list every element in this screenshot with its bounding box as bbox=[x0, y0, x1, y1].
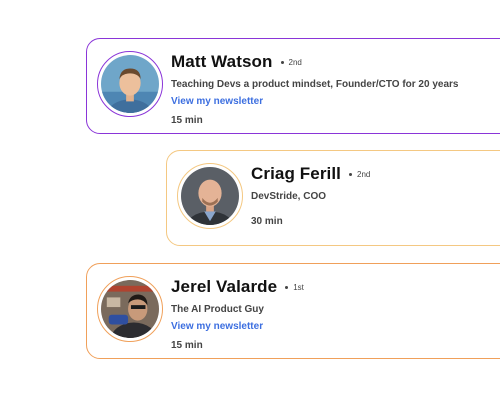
connection-degree: 1st bbox=[285, 283, 304, 292]
connection-degree: 2nd bbox=[280, 57, 302, 67]
name-row: Criag Ferill 2nd bbox=[251, 161, 500, 187]
separator-dot bbox=[285, 285, 289, 289]
avatar[interactable] bbox=[101, 55, 159, 113]
connection-degree: 2nd bbox=[349, 170, 370, 179]
profile-info: Criag Ferill 2nd DevStride, COO 30 min bbox=[251, 161, 500, 227]
avatar-ring bbox=[97, 51, 163, 117]
name-row: Jerel Valarde 1st bbox=[171, 274, 500, 300]
separator-dot bbox=[349, 172, 353, 176]
avatar[interactable] bbox=[181, 167, 239, 225]
avatar[interactable] bbox=[101, 280, 159, 338]
profile-name[interactable]: Criag Ferill bbox=[251, 164, 341, 184]
speaker-list: Matt Watson 2nd Teaching Devs a product … bbox=[0, 0, 500, 400]
profile-card-jerel-valarde[interactable]: Jerel Valarde 1st The AI Product Guy Vie… bbox=[86, 263, 500, 359]
profile-name[interactable]: Jerel Valarde bbox=[171, 277, 277, 297]
profile-headline: The AI Product Guy bbox=[171, 304, 264, 315]
view-newsletter-link[interactable]: View my newsletter bbox=[171, 321, 263, 332]
avatar-ring bbox=[177, 163, 243, 229]
session-duration: 15 min bbox=[171, 115, 203, 126]
degree-label: 2nd bbox=[357, 169, 371, 179]
name-row: Matt Watson 2nd bbox=[171, 49, 500, 75]
profile-card-criag-ferill[interactable]: Criag Ferill 2nd DevStride, COO 30 min bbox=[166, 150, 500, 246]
profile-info: Jerel Valarde 1st The AI Product Guy Vie… bbox=[171, 274, 500, 351]
profile-info: Matt Watson 2nd Teaching Devs a product … bbox=[171, 49, 500, 126]
profile-headline: Teaching Devs a product mindset, Founder… bbox=[171, 79, 459, 90]
degree-label: 1st bbox=[293, 282, 304, 292]
degree-label: 2nd bbox=[288, 57, 302, 67]
profile-headline: DevStride, COO bbox=[251, 191, 327, 202]
separator-dot bbox=[280, 60, 284, 64]
avatar-ring bbox=[97, 276, 163, 342]
profile-card-matt-watson[interactable]: Matt Watson 2nd Teaching Devs a product … bbox=[86, 38, 500, 134]
session-duration: 15 min bbox=[171, 340, 203, 351]
profile-name[interactable]: Matt Watson bbox=[171, 52, 273, 72]
view-newsletter-link[interactable]: View my newsletter bbox=[171, 96, 263, 107]
session-duration: 30 min bbox=[251, 216, 283, 227]
